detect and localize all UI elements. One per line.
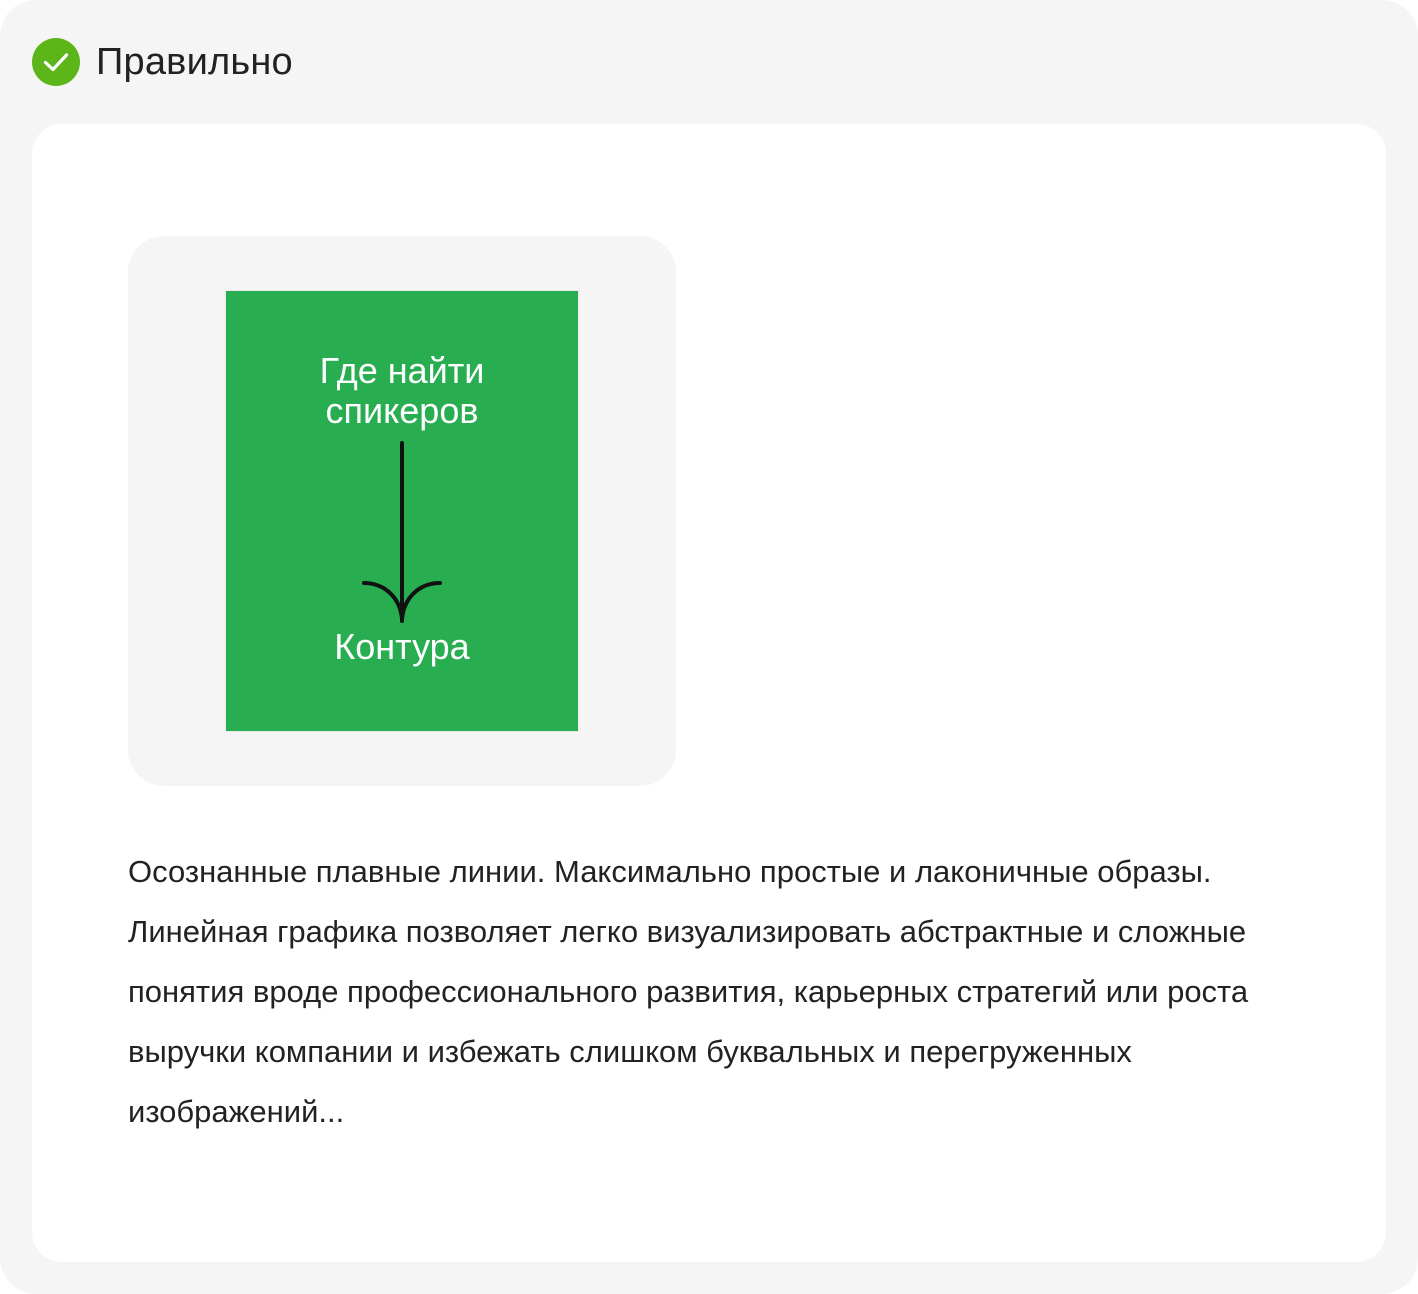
cover-footer: Контура: [334, 626, 470, 667]
image-preview: Где найти спикеров Контура: [128, 236, 676, 786]
panel-header: Правильно: [32, 38, 293, 86]
cover-illustration: Где найти спикеров Контура: [226, 291, 578, 731]
example-panel: Правильно Где найти спикеров Контура Осо…: [0, 0, 1418, 1294]
content-card: Где найти спикеров Контура Осознанные пл…: [32, 124, 1386, 1262]
arrow-down-icon: [362, 441, 442, 623]
cover-title: Где найти спикеров: [319, 350, 485, 431]
description-text: Осознанные плавные линии. Максимально пр…: [128, 854, 1249, 1129]
check-circle-icon: [32, 38, 80, 86]
panel-title: Правильно: [96, 41, 293, 83]
